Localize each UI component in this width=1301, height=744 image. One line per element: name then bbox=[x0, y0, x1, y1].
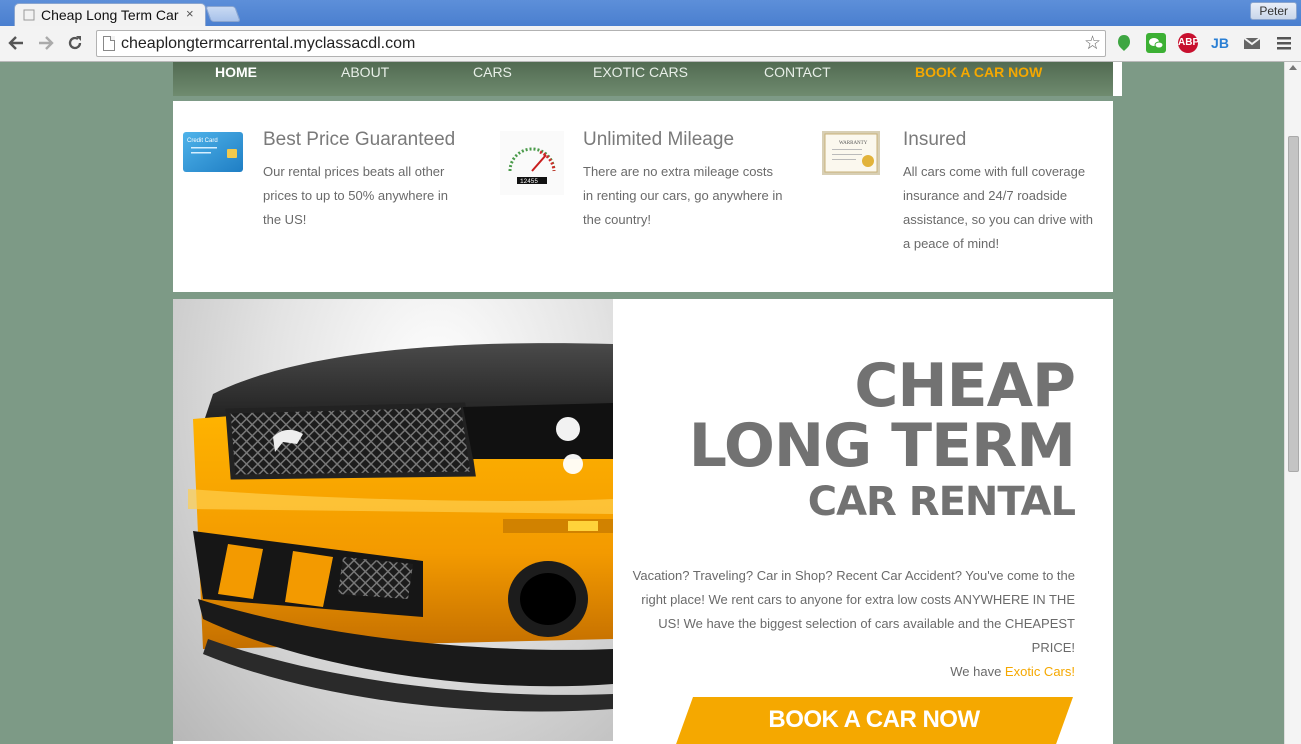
gmail-icon[interactable] bbox=[1242, 33, 1262, 53]
forward-button[interactable] bbox=[35, 32, 57, 54]
nav-book-a-car-now[interactable]: BOOK A CAR NOW bbox=[915, 64, 1042, 80]
tab-title: Cheap Long Term Car Rental bbox=[41, 7, 183, 23]
car-illustration bbox=[188, 343, 613, 712]
profile-button[interactable]: Peter bbox=[1250, 2, 1297, 20]
forward-arrow-icon bbox=[39, 36, 54, 50]
warranty-certificate-icon: WARRANTY bbox=[822, 131, 880, 175]
credit-card-icon: Credit Card bbox=[183, 132, 243, 172]
bookmark-star-icon[interactable]: ☆ bbox=[1084, 32, 1101, 55]
feature-title: Unlimited Mileage bbox=[583, 129, 735, 150]
scroll-thumb[interactable] bbox=[1288, 136, 1299, 472]
odometer-text: 12455 bbox=[520, 178, 538, 185]
warranty-text: WARRANTY bbox=[839, 141, 868, 146]
book-button-label: BOOK A CAR NOW bbox=[768, 706, 980, 733]
nav-home[interactable]: HOME bbox=[215, 64, 257, 80]
wechat-icon[interactable] bbox=[1146, 33, 1166, 53]
nav-cars[interactable]: CARS bbox=[473, 64, 512, 80]
nav-exotic-cars[interactable]: EXOTIC CARS bbox=[593, 64, 688, 80]
nav-contact[interactable]: CONTACT bbox=[764, 64, 831, 80]
hero-title-line3: CAR RENTAL bbox=[807, 479, 1076, 525]
feature-text: All cars come with full coverage insuran… bbox=[903, 164, 1094, 251]
hero-body-text: Vacation? Traveling? Car in Shop? Recent… bbox=[632, 568, 1075, 655]
book-a-car-now-button[interactable]: BOOK A CAR NOW bbox=[675, 697, 1073, 744]
menu-icon[interactable] bbox=[1274, 33, 1294, 53]
back-button[interactable] bbox=[5, 32, 27, 54]
feature-title: Best Price Guaranteed bbox=[263, 129, 456, 150]
credit-card-text: Credit Card bbox=[187, 138, 218, 144]
browser-titlebar: Cheap Long Term Car Rental × Peter bbox=[0, 0, 1301, 26]
jetbrains-icon[interactable]: JB bbox=[1210, 33, 1230, 53]
address-bar[interactable]: cheaplongtermcarrental.myclassacdl.com ☆ bbox=[96, 30, 1106, 57]
hero-body: Vacation? Traveling? Car in Shop? Recent… bbox=[621, 564, 1075, 684]
wechat-bubbles-icon bbox=[1149, 38, 1164, 49]
reload-button[interactable] bbox=[64, 32, 86, 54]
browser-tab[interactable]: Cheap Long Term Car Rental × bbox=[14, 3, 206, 26]
page-scrollbar[interactable] bbox=[1284, 62, 1301, 744]
nav-edge bbox=[1113, 62, 1122, 96]
exotic-cars-link[interactable]: Exotic Cars! bbox=[1005, 664, 1075, 679]
feature-text: Our rental prices beats all other prices… bbox=[263, 164, 448, 227]
reload-icon bbox=[68, 36, 82, 50]
page-favicon-icon bbox=[23, 9, 35, 21]
nav-about[interactable]: ABOUT bbox=[341, 64, 389, 80]
yellow-mustang-car-image bbox=[173, 299, 613, 741]
scroll-up-arrow-icon[interactable] bbox=[1289, 65, 1297, 70]
page-icon bbox=[103, 36, 115, 51]
adblock-plus-icon[interactable]: ABP bbox=[1178, 33, 1199, 53]
evernote-icon[interactable] bbox=[1114, 33, 1134, 53]
feature-title: Insured bbox=[903, 129, 967, 150]
new-tab-button[interactable] bbox=[205, 6, 241, 22]
feature-text: There are no extra mileage costs in rent… bbox=[583, 164, 783, 227]
exotic-prefix: We have bbox=[950, 664, 1005, 679]
address-url[interactable]: cheaplongtermcarrental.myclassacdl.com bbox=[121, 35, 415, 53]
back-arrow-icon bbox=[8, 36, 23, 50]
features-section: Credit Card Best Price Guaranteed Our re… bbox=[173, 101, 1113, 292]
speedometer-icon: 12455 bbox=[500, 131, 564, 195]
tab-close-icon[interactable]: × bbox=[186, 6, 194, 21]
hero-title-line2: LONG TERM bbox=[688, 411, 1076, 481]
hero-section: CHEAP LONG TERM CAR RENTAL Vacation? Tra… bbox=[173, 299, 1113, 744]
browser-toolbar: cheaplongtermcarrental.myclassacdl.com ☆… bbox=[0, 26, 1301, 62]
site-nav: HOME ABOUT CARS EXOTIC CARS CONTACT BOOK… bbox=[173, 62, 1113, 96]
